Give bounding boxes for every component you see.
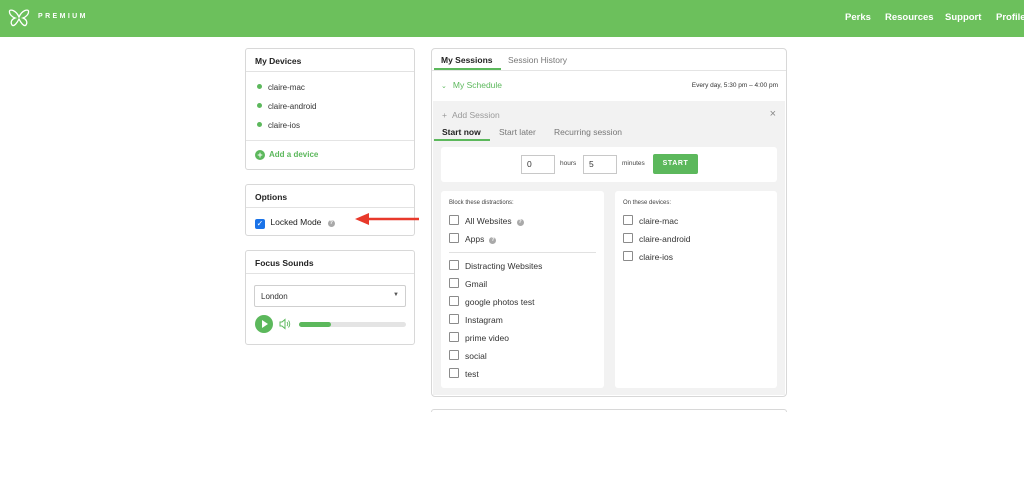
sound-select[interactable]: London ▼	[254, 285, 406, 307]
tab-my-sessions[interactable]: My Sessions	[441, 55, 493, 65]
nav-profile[interactable]: Profile	[996, 12, 1024, 23]
checkbox[interactable]	[623, 215, 633, 225]
add-device-button[interactable]: + Add a device	[255, 150, 318, 160]
help-icon[interactable]: ?	[516, 219, 524, 226]
online-dot-icon	[257, 103, 262, 108]
checkbox[interactable]	[449, 314, 459, 324]
block-list-item[interactable]: prime video	[449, 332, 509, 343]
hours-input[interactable]: 0	[521, 155, 555, 174]
top-bar: PREMIUM Perks Resources Support Profile	[0, 0, 1024, 37]
add-session-label: + Add Session	[442, 110, 500, 120]
start-button[interactable]: START	[653, 154, 698, 174]
block-list-item[interactable]: google photos test	[449, 296, 534, 307]
volume-icon[interactable]	[279, 318, 291, 330]
block-distractions-box: Block these distractions: All Websites? …	[441, 191, 604, 388]
options-card: Options ✓ Locked Mode ?	[245, 184, 415, 236]
annotation-arrow-icon	[355, 213, 419, 225]
sessions-panel: My Sessions Session History ⌄ My Schedule…	[431, 48, 787, 397]
checkbox[interactable]	[449, 215, 459, 225]
block-list-item[interactable]: Instagram	[449, 314, 503, 325]
devices-card: My Devices claire-mac claire-android cla…	[245, 48, 415, 170]
options-card-title: Options	[246, 185, 414, 208]
subtab-start-now[interactable]: Start now	[442, 127, 481, 137]
minutes-input[interactable]: 5	[583, 155, 617, 174]
butterfly-logo-icon[interactable]	[8, 8, 30, 28]
nav-support[interactable]: Support	[945, 12, 981, 23]
device-item: claire-ios	[257, 121, 300, 130]
online-dot-icon	[257, 122, 262, 127]
focus-sounds-card: Focus Sounds London ▼	[245, 250, 415, 345]
hours-label: hours	[560, 160, 577, 167]
subtab-recurring-session[interactable]: Recurring session	[554, 127, 622, 137]
nav-perks[interactable]: Perks	[845, 12, 871, 23]
divider	[246, 140, 414, 141]
duration-row: 0 hours 5 minutes START	[441, 147, 777, 182]
devices-card-title: My Devices	[246, 49, 414, 72]
checkbox[interactable]	[449, 368, 459, 378]
checkbox[interactable]	[449, 278, 459, 288]
add-session-box: + Add Session × Start now Start later Rec…	[433, 101, 785, 395]
checkbox[interactable]	[449, 350, 459, 360]
plus-icon: +	[442, 110, 447, 120]
help-icon[interactable]: ?	[489, 237, 497, 244]
device-item: claire-android	[257, 102, 316, 111]
block-option-all-websites[interactable]: All Websites?	[449, 215, 524, 226]
checkbox[interactable]	[449, 233, 459, 243]
target-device-item[interactable]: claire-ios	[623, 251, 673, 262]
focus-sounds-title: Focus Sounds	[246, 251, 414, 274]
block-heading: Block these distractions:	[449, 200, 514, 206]
block-option-apps[interactable]: Apps?	[449, 233, 497, 244]
locked-mode-option[interactable]: ✓ Locked Mode ?	[255, 217, 335, 229]
checkbox[interactable]	[449, 296, 459, 306]
target-device-item[interactable]: claire-android	[623, 233, 691, 244]
help-icon[interactable]: ?	[327, 220, 335, 227]
play-button[interactable]	[255, 315, 273, 333]
device-item: claire-mac	[257, 83, 305, 92]
minutes-label: minutes	[622, 160, 645, 167]
block-list-item[interactable]: test	[449, 368, 479, 379]
target-device-item[interactable]: claire-mac	[623, 215, 678, 226]
close-icon[interactable]: ×	[770, 108, 776, 120]
devices-heading: On these devices:	[623, 200, 672, 206]
next-panel-edge	[431, 409, 787, 412]
subtab-start-later[interactable]: Start later	[499, 127, 536, 137]
nav-resources[interactable]: Resources	[885, 12, 934, 23]
volume-slider[interactable]	[299, 322, 406, 327]
volume-slider-fill	[299, 322, 332, 327]
my-schedule-toggle[interactable]: ⌄ My Schedule	[441, 80, 502, 90]
target-devices-box: On these devices: claire-mac claire-andr…	[615, 191, 777, 388]
block-list-item[interactable]: social	[449, 350, 487, 361]
block-list-item[interactable]: Gmail	[449, 278, 487, 289]
block-list-item[interactable]: Distracting Websites	[449, 260, 542, 271]
divider	[449, 252, 596, 253]
locked-mode-checkbox[interactable]: ✓	[255, 219, 265, 229]
chevron-down-icon: ▼	[393, 292, 399, 298]
schedule-time: Every day, 5:30 pm – 4:00 pm	[691, 82, 778, 89]
online-dot-icon	[257, 84, 262, 89]
tab-session-history[interactable]: Session History	[508, 55, 567, 65]
checkbox[interactable]	[449, 332, 459, 342]
plus-circle-icon: +	[255, 150, 265, 160]
active-subtab-indicator	[434, 139, 490, 141]
checkbox[interactable]	[449, 260, 459, 270]
chevron-down-icon: ⌄	[441, 83, 447, 90]
checkbox[interactable]	[623, 233, 633, 243]
brand-label: PREMIUM	[38, 13, 88, 20]
locked-mode-label: Locked Mode	[270, 217, 322, 227]
divider	[432, 70, 786, 71]
checkbox[interactable]	[623, 251, 633, 261]
